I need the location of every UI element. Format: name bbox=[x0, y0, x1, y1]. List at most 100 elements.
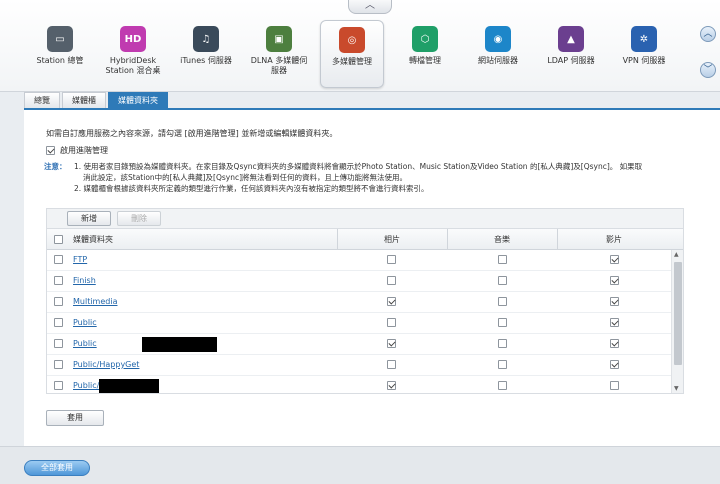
ldap-server-icon: ▲ bbox=[558, 26, 584, 52]
app-vpn-server[interactable]: ✲ VPN 伺服器 bbox=[612, 20, 676, 88]
note-line-1: 1. 使用者家目錄預設為媒體資料夾。在家目錄及Qsync資料夾的多媒體資料將會顯… bbox=[74, 162, 643, 171]
row-select-checkbox[interactable] bbox=[54, 318, 63, 327]
app-ldap-server[interactable]: ▲ LDAP 伺服器 bbox=[539, 20, 603, 88]
music-checkbox[interactable] bbox=[498, 276, 507, 285]
music-checkbox[interactable] bbox=[498, 381, 507, 390]
row-select-checkbox[interactable] bbox=[54, 360, 63, 369]
video-checkbox[interactable] bbox=[610, 339, 619, 348]
scroll-down-arrow-icon[interactable]: ▼ bbox=[674, 385, 679, 392]
folder-link[interactable]: Multimedia bbox=[73, 292, 117, 312]
add-button[interactable]: 新增 bbox=[67, 211, 111, 226]
folder-link[interactable]: Public/HappyGet bbox=[73, 355, 139, 375]
transcode-icon: ⬡ bbox=[412, 26, 438, 52]
table-row[interactable]: Public/ bbox=[47, 376, 671, 393]
music-checkbox[interactable] bbox=[498, 297, 507, 306]
tab-media-library[interactable]: 媒體櫃 bbox=[62, 92, 106, 108]
header-folder: 媒體資料夾 bbox=[73, 235, 113, 244]
photo-checkbox[interactable] bbox=[387, 297, 396, 306]
web-server-icon: ◉ bbox=[485, 26, 511, 52]
music-checkbox[interactable] bbox=[498, 255, 507, 264]
collapse-toolbar-icon[interactable]: ︿ bbox=[348, 0, 392, 14]
app-label: VPN 伺服器 bbox=[622, 56, 666, 65]
delete-button[interactable]: 刪除 bbox=[117, 211, 161, 226]
folder-link[interactable]: Public bbox=[73, 334, 97, 354]
photo-checkbox[interactable] bbox=[387, 318, 396, 327]
tab-bar: 總覽 媒體櫃 媒體資料夾 bbox=[24, 92, 168, 108]
vpn-server-icon: ✲ bbox=[631, 26, 657, 52]
intro-text: 如需自訂應用服務之內容來源，請勾選 [啟用進階管理] 並新增或編輯媒體資料夾。 bbox=[46, 129, 338, 138]
advanced-management-checkbox[interactable] bbox=[46, 146, 55, 155]
scroll-up-icon[interactable]: ︿ bbox=[700, 26, 716, 42]
footer-bar: 全部套用 bbox=[0, 446, 720, 484]
app-multimedia[interactable]: ◎ 多媒體管理 bbox=[320, 20, 384, 88]
folder-toolbar: 新增 刪除 bbox=[46, 208, 684, 228]
music-checkbox[interactable] bbox=[498, 339, 507, 348]
app-label: iTunes 伺服器 bbox=[180, 56, 232, 65]
app-label: LDAP 伺服器 bbox=[547, 56, 595, 65]
note-block: 注意： 1. 使用者家目錄預設為媒體資料夾。在家目錄及Qsync資料夾的多媒體資料… bbox=[44, 161, 694, 194]
multimedia-icon: ◎ bbox=[339, 27, 365, 53]
row-select-checkbox[interactable] bbox=[54, 381, 63, 390]
folder-link[interactable]: FTP bbox=[73, 250, 87, 270]
app-web-server[interactable]: ◉ 網站伺服器 bbox=[466, 20, 530, 88]
app-label: 多媒體管理 bbox=[332, 57, 372, 66]
itunes-server-icon: ♫ bbox=[193, 26, 219, 52]
app-itunes-server[interactable]: ♫ iTunes 伺服器 bbox=[174, 20, 238, 88]
redacted-block bbox=[99, 379, 159, 393]
photo-checkbox[interactable] bbox=[387, 339, 396, 348]
station-manager-icon: ▭ bbox=[47, 26, 73, 52]
row-select-checkbox[interactable] bbox=[54, 276, 63, 285]
folder-link[interactable]: Finish bbox=[73, 271, 96, 291]
table-row[interactable]: FTP bbox=[47, 250, 671, 271]
scroll-down-icon[interactable]: ﹀ bbox=[700, 62, 716, 78]
table-scrollbar[interactable]: ▲ ▼ bbox=[671, 250, 683, 393]
table-row[interactable]: Finish bbox=[47, 271, 671, 292]
tab-overview[interactable]: 總覽 bbox=[24, 92, 60, 108]
select-all-checkbox[interactable] bbox=[54, 235, 63, 244]
note-line-2: 消此設定，該Station中的[私人典藏]及[Qsync]將無法看到任何的資料，… bbox=[83, 173, 407, 182]
app-label: HybridDesk Station 混合桌 bbox=[105, 56, 161, 75]
photo-checkbox[interactable] bbox=[387, 360, 396, 369]
folder-link[interactable]: Public/ bbox=[73, 376, 99, 393]
video-checkbox[interactable] bbox=[610, 297, 619, 306]
note-label: 注意： bbox=[44, 162, 67, 171]
header-music: 音樂 bbox=[494, 235, 510, 244]
redacted-block bbox=[142, 337, 217, 352]
scroll-up-arrow-icon[interactable]: ▲ bbox=[674, 251, 679, 258]
video-checkbox[interactable] bbox=[610, 255, 619, 264]
folder-link[interactable]: Public bbox=[73, 313, 97, 333]
app-transcode[interactable]: ⬡ 轉檔管理 bbox=[393, 20, 457, 88]
scrollbar-thumb[interactable] bbox=[674, 262, 682, 365]
app-dlna-server[interactable]: ▣ DLNA 多媒體伺 服器 bbox=[247, 20, 311, 88]
table-row[interactable]: Public bbox=[47, 334, 671, 355]
row-select-checkbox[interactable] bbox=[54, 339, 63, 348]
media-folder-table: 媒體資料夾 相片 音樂 影片 FTP Finish Multimedia Public… bbox=[46, 228, 684, 394]
apply-all-button[interactable]: 全部套用 bbox=[24, 460, 90, 476]
music-checkbox[interactable] bbox=[498, 360, 507, 369]
header-video: 影片 bbox=[606, 235, 622, 244]
video-checkbox[interactable] bbox=[610, 318, 619, 327]
table-row[interactable]: Public/HappyGet bbox=[47, 355, 671, 376]
photo-checkbox[interactable] bbox=[387, 276, 396, 285]
advanced-management-option: 啟用進階管理 bbox=[46, 145, 108, 156]
app-hybriddesk[interactable]: HD HybridDesk Station 混合桌 bbox=[101, 20, 165, 88]
table-header: 媒體資料夾 相片 音樂 影片 bbox=[47, 229, 683, 250]
media-folder-panel: 如需自訂應用服務之內容來源，請勾選 [啟用進階管理] 並新增或編輯媒體資料夾。 … bbox=[24, 108, 720, 446]
music-checkbox[interactable] bbox=[498, 318, 507, 327]
video-checkbox[interactable] bbox=[610, 381, 619, 390]
table-row[interactable]: Public bbox=[47, 313, 671, 334]
row-select-checkbox[interactable] bbox=[54, 255, 63, 264]
tab-media-folders[interactable]: 媒體資料夾 bbox=[108, 92, 168, 108]
photo-checkbox[interactable] bbox=[387, 381, 396, 390]
app-station-manager[interactable]: ▭ Station 總管 bbox=[28, 20, 92, 88]
table-row[interactable]: Multimedia bbox=[47, 292, 671, 313]
photo-checkbox[interactable] bbox=[387, 255, 396, 264]
header-photo: 相片 bbox=[384, 235, 400, 244]
video-checkbox[interactable] bbox=[610, 276, 619, 285]
advanced-management-label: 啟用進階管理 bbox=[60, 146, 108, 155]
app-label: 轉檔管理 bbox=[409, 56, 441, 65]
row-select-checkbox[interactable] bbox=[54, 297, 63, 306]
hybriddesk-icon: HD bbox=[120, 26, 146, 52]
video-checkbox[interactable] bbox=[610, 360, 619, 369]
apply-button[interactable]: 套用 bbox=[46, 410, 104, 426]
